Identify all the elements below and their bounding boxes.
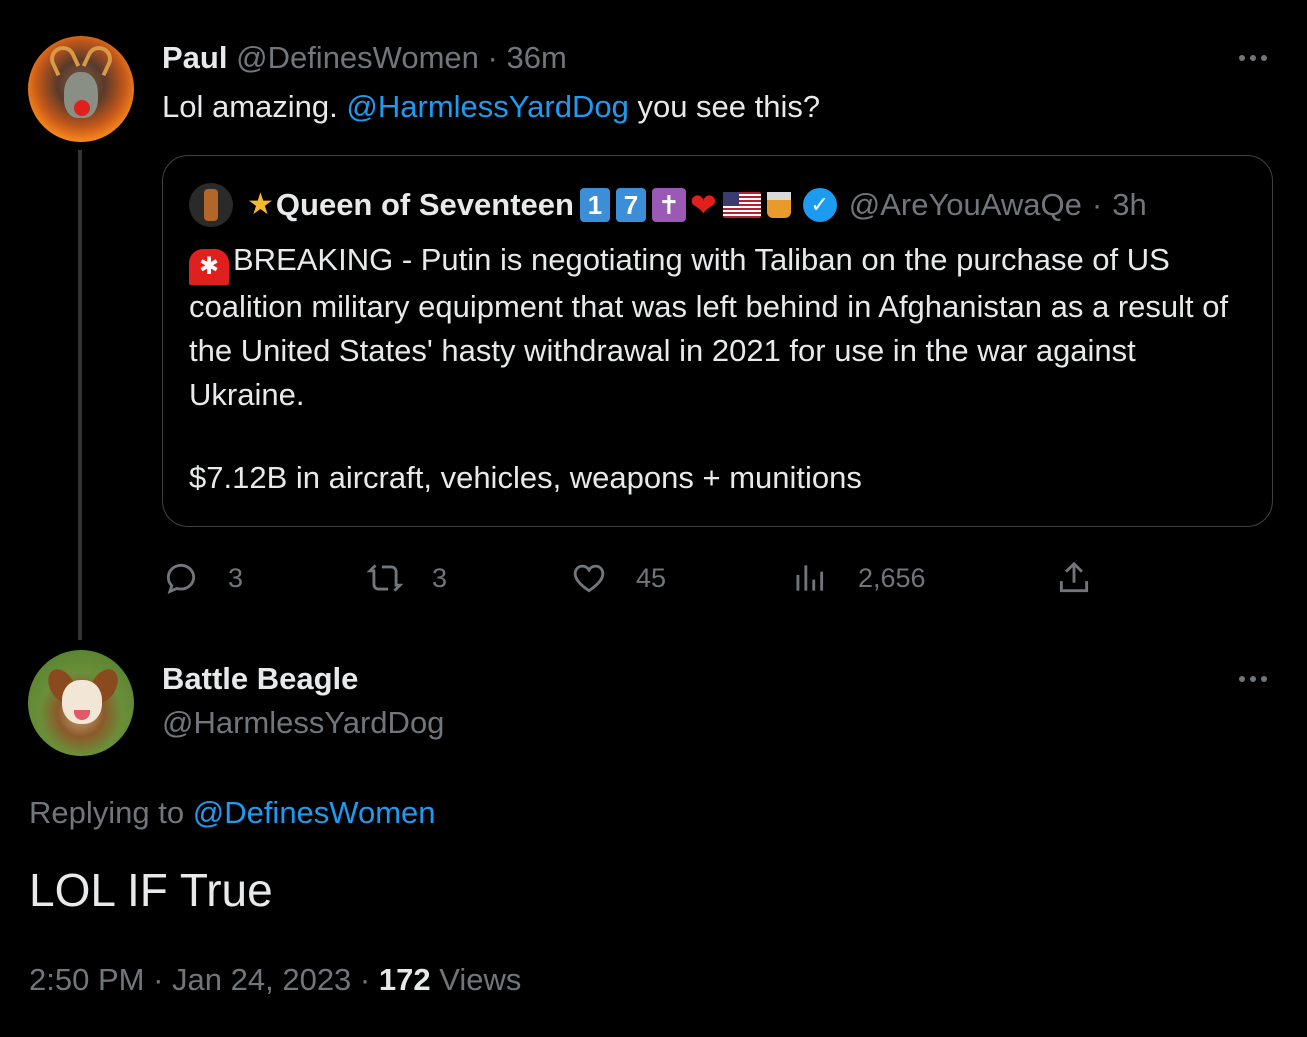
main-author-handle[interactable]: @HarmlessYardDog	[162, 704, 444, 742]
retweet-icon	[366, 564, 404, 592]
reply-button[interactable]: 3	[162, 558, 243, 598]
keycap-7-icon: 7	[615, 188, 646, 222]
parent-tweet-text: Lol amazing. @HarmlessYardDog you see th…	[162, 89, 821, 124]
quoted-tweet-body: ✱ BREAKING - Putin is negotiating with Ta…	[189, 242, 1229, 412]
views-icon	[796, 565, 824, 591]
quoted-author-avatar[interactable]	[189, 183, 233, 227]
views-count: 2,656	[858, 562, 926, 593]
thread-connector	[78, 150, 82, 640]
views-button[interactable]: 2,656	[790, 558, 926, 598]
more-icon[interactable]	[1233, 671, 1273, 687]
verified-icon: ✓	[802, 188, 837, 222]
quoted-author-name[interactable]: Queen of Seventeen	[276, 186, 574, 224]
separator: ·	[487, 40, 498, 75]
main-date[interactable]: Jan 24, 2023	[172, 962, 351, 997]
replying-handle-link[interactable]: @DefinesWomen	[193, 795, 436, 830]
like-count: 45	[636, 562, 667, 593]
tumbler-glass-icon	[766, 192, 791, 218]
more-icon[interactable]	[1233, 50, 1273, 66]
tweet-thread: Paul @DefinesWomen · 36m Lol amazing. @H…	[0, 0, 1307, 1037]
like-button[interactable]: 45	[570, 558, 666, 598]
quoted-tweet-card[interactable]: ★ Queen of Seventeen 1 7 ✝ ❤ ✓ @AreYouAw…	[162, 155, 1273, 527]
share-button[interactable]	[1055, 558, 1093, 598]
replying-to: Replying to @DefinesWomen	[29, 795, 436, 830]
parent-tweet-header: Paul @DefinesWomen · 36m	[162, 40, 567, 76]
parent-author-name[interactable]: Paul	[162, 40, 227, 75]
avatar-paul[interactable]	[28, 36, 134, 142]
keycap-1-icon: 1	[579, 188, 610, 222]
retweet-count: 3	[432, 562, 448, 593]
views-count: 172	[378, 962, 431, 997]
share-icon	[1059, 561, 1089, 593]
retweet-button[interactable]: 3	[366, 558, 447, 598]
reply-icon	[166, 563, 196, 595]
quoted-tweet-amount: $7.12B in aircraft, vehicles, weapons + …	[189, 460, 862, 495]
quoted-timestamp[interactable]: 3h	[1112, 186, 1146, 224]
avatar-battle-beagle[interactable]	[28, 650, 134, 756]
us-flag-icon	[722, 192, 761, 218]
quoted-tweet-header: ★ Queen of Seventeen 1 7 ✝ ❤ ✓ @AreYouAw…	[247, 186, 1147, 224]
shooting-star-icon: ★	[247, 188, 274, 221]
mention-link[interactable]: @HarmlessYardDog	[346, 89, 628, 124]
like-icon	[573, 564, 605, 593]
reply-count: 3	[228, 562, 244, 593]
tweet-meta: 2:50 PM · Jan 24, 2023 · 172 Views	[29, 962, 522, 997]
quoted-author-handle[interactable]: @AreYouAwaQe	[849, 186, 1082, 224]
siren-icon: ✱	[189, 249, 229, 285]
main-tweet-text: LOL IF True	[29, 864, 273, 916]
main-author-name[interactable]: Battle Beagle	[162, 660, 358, 698]
parent-author-handle[interactable]: @DefinesWomen	[236, 40, 479, 75]
heart-icon: ❤	[689, 187, 717, 223]
parent-timestamp[interactable]: 36m	[507, 40, 567, 75]
views-label: Views	[439, 962, 522, 997]
main-time[interactable]: 2:50 PM	[29, 962, 144, 997]
separator: ·	[1091, 187, 1103, 222]
cross-icon: ✝	[651, 188, 686, 222]
